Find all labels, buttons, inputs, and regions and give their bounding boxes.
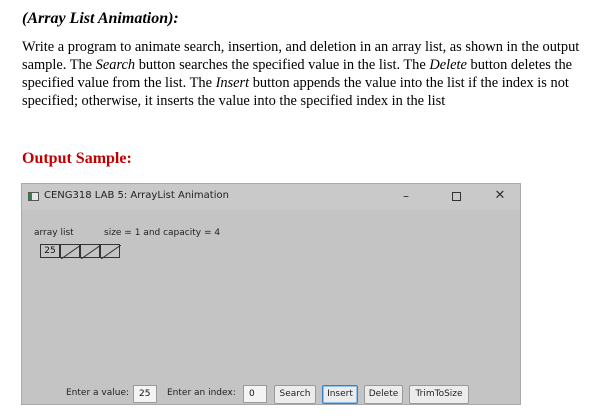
size-capacity-label: size = 1 and capacity = 4 xyxy=(104,228,221,238)
array-list-label: array list xyxy=(34,228,74,238)
array-cell-2 xyxy=(80,244,101,259)
para-delete-word: Delete xyxy=(429,57,467,73)
value-label: Enter a value: xyxy=(66,388,130,398)
assignment-description: Write a program to animate search, inser… xyxy=(22,38,608,110)
empty-cell-slash-icon xyxy=(61,245,81,259)
output-sample-heading: Output Sample: xyxy=(22,150,132,167)
para-text-2: button searches the specified value in t… xyxy=(135,57,430,73)
array-cell-3 xyxy=(100,244,121,259)
empty-cell-slash-icon xyxy=(101,245,121,259)
trim-to-size-button[interactable]: TrimToSize xyxy=(409,385,469,404)
para-search-word: Search xyxy=(95,57,136,73)
array-cell-1 xyxy=(60,244,81,259)
search-button[interactable]: Search xyxy=(274,385,316,404)
title-bar[interactable]: CENG318 LAB 5: ArrayList Animation – ✕ xyxy=(22,184,520,210)
minimize-button[interactable]: – xyxy=(396,188,416,204)
close-button[interactable]: ✕ xyxy=(490,188,510,204)
app-icon xyxy=(28,192,39,201)
value-input[interactable]: 25 xyxy=(133,385,157,403)
empty-cell-slash-icon xyxy=(81,245,101,259)
index-label: Enter an index: xyxy=(167,388,236,398)
window-title: CENG318 LAB 5: ArrayList Animation xyxy=(44,190,229,201)
delete-button[interactable]: Delete xyxy=(364,385,403,404)
para-insert-word: Insert xyxy=(215,75,250,91)
section-heading: (Array List Animation): xyxy=(22,10,179,27)
maximize-icon[interactable] xyxy=(452,192,461,201)
insert-button[interactable]: Insert xyxy=(322,385,358,404)
app-window: CENG318 LAB 5: ArrayList Animation – ✕ a… xyxy=(21,183,521,405)
control-bar: Enter a value: 25 Enter an index: 0 Sear… xyxy=(22,384,520,406)
index-input[interactable]: 0 xyxy=(243,385,267,403)
array-cell-0: 25 xyxy=(40,244,60,258)
